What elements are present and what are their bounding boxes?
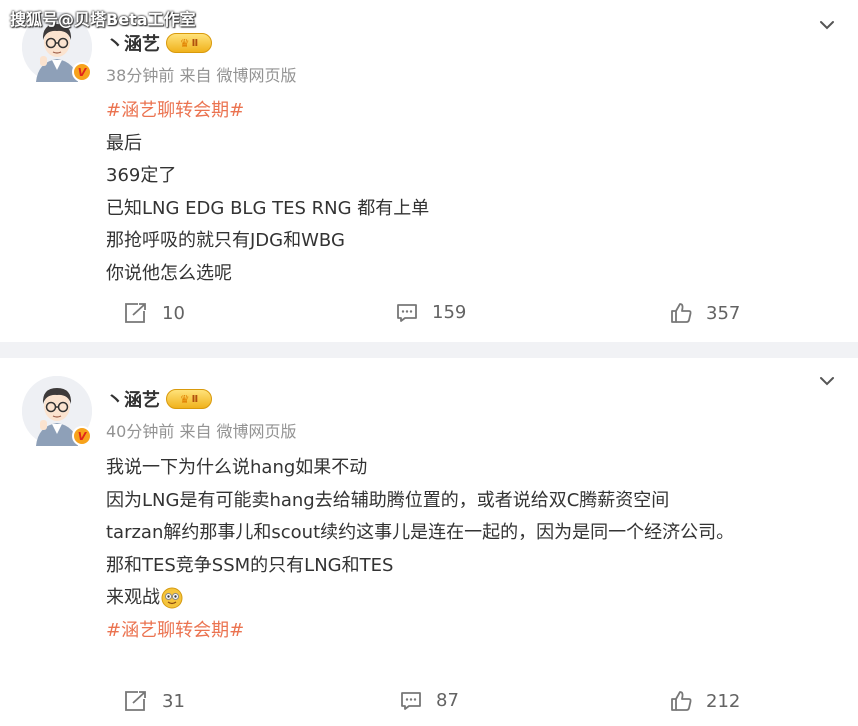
content-line-with-emoji: 来观战	[106, 582, 838, 615]
content-line: 那抢呼吸的就只有JDG和WBG	[106, 230, 345, 252]
repost-icon	[125, 691, 146, 711]
crown-icon: ♛	[179, 36, 190, 50]
user-name-row[interactable]: 丶涵艺 ♛ Ⅱ	[106, 386, 212, 412]
post-content: #涵艺聊转会期# 最后 369定了 已知LNG EDG BLG TES RNG …	[106, 95, 838, 291]
crown-icon: ♛	[179, 392, 190, 406]
repost-count: 10	[162, 302, 185, 324]
chevron-down-icon[interactable]	[818, 16, 836, 34]
topic-tag[interactable]: #涵艺聊转会期#	[106, 95, 838, 128]
verified-badge: V	[72, 426, 92, 446]
content-line: 最后	[106, 132, 142, 154]
repost-button[interactable]: 31	[124, 690, 185, 712]
repost-button[interactable]: 10	[124, 302, 185, 324]
chevron-down-icon[interactable]	[818, 372, 836, 390]
repost-icon	[125, 303, 146, 323]
verified-badge: V	[72, 62, 92, 82]
repost-count: 31	[162, 690, 185, 712]
action-bar: 31 87 212	[0, 690, 858, 718]
comment-count: 159	[432, 302, 467, 323]
content-line: 我说一下为什么说hang如果不动	[106, 457, 368, 478]
post-meta[interactable]: 38分钟前 来自 微博网页版	[106, 62, 297, 86]
level-badge: ♛ Ⅱ	[166, 33, 212, 53]
user-name-row[interactable]: 丶涵艺 ♛ Ⅱ	[106, 30, 212, 56]
action-bar: 10 159 357	[0, 302, 858, 330]
comment-icon	[397, 303, 417, 322]
weibo-post: V 丶涵艺 ♛ Ⅱ 40分钟前 来自 微博网页版 我说一下为什么说hang如果不动…	[0, 358, 858, 726]
weibo-post: V 丶涵艺 ♛ Ⅱ 38分钟前 来自 微博网页版 #涵艺聊转会期# 最后 369定…	[0, 0, 858, 342]
content-line: 已知LNG EDG BLG TES RNG 都有上单	[106, 197, 430, 219]
doge-emoji-icon	[161, 587, 183, 609]
avatar[interactable]: V	[22, 376, 92, 446]
like-icon	[671, 303, 692, 323]
content-line: tarzan解约那事儿和scout续约这事儿是连在一起的，因为是同一个经济公司。	[106, 522, 735, 544]
post-content: 我说一下为什么说hang如果不动 因为LNG是有可能卖hang去给辅助腾位置的，…	[106, 452, 838, 648]
like-icon	[671, 691, 692, 711]
topic-tag[interactable]: #涵艺聊转会期#	[106, 615, 838, 648]
content-line: 来观战	[106, 587, 160, 609]
like-count: 357	[706, 302, 741, 324]
comment-button[interactable]: 87	[400, 690, 459, 711]
comment-count: 87	[436, 690, 459, 711]
content-line: 369定了	[106, 165, 177, 187]
like-button[interactable]: 212	[670, 690, 740, 712]
level-badge: ♛ Ⅱ	[166, 389, 212, 409]
watermark: 搜狐号@贝塔Beta工作室	[10, 10, 196, 29]
post-meta[interactable]: 40分钟前 来自 微博网页版	[106, 418, 297, 442]
comment-icon	[401, 691, 421, 710]
like-button[interactable]: 357	[670, 302, 740, 324]
like-count: 212	[706, 690, 741, 712]
user-name[interactable]: 丶涵艺	[106, 30, 160, 56]
content-line: 那和TES竞争SSM的只有LNG和TES	[106, 554, 394, 576]
user-name[interactable]: 丶涵艺	[106, 386, 160, 412]
post-divider	[0, 342, 858, 358]
comment-button[interactable]: 159	[396, 302, 466, 323]
content-line: 你说他怎么选呢	[106, 262, 232, 284]
content-line: 因为LNG是有可能卖hang去给辅助腾位置的，或者说给双C腾薪资空间	[106, 489, 670, 511]
